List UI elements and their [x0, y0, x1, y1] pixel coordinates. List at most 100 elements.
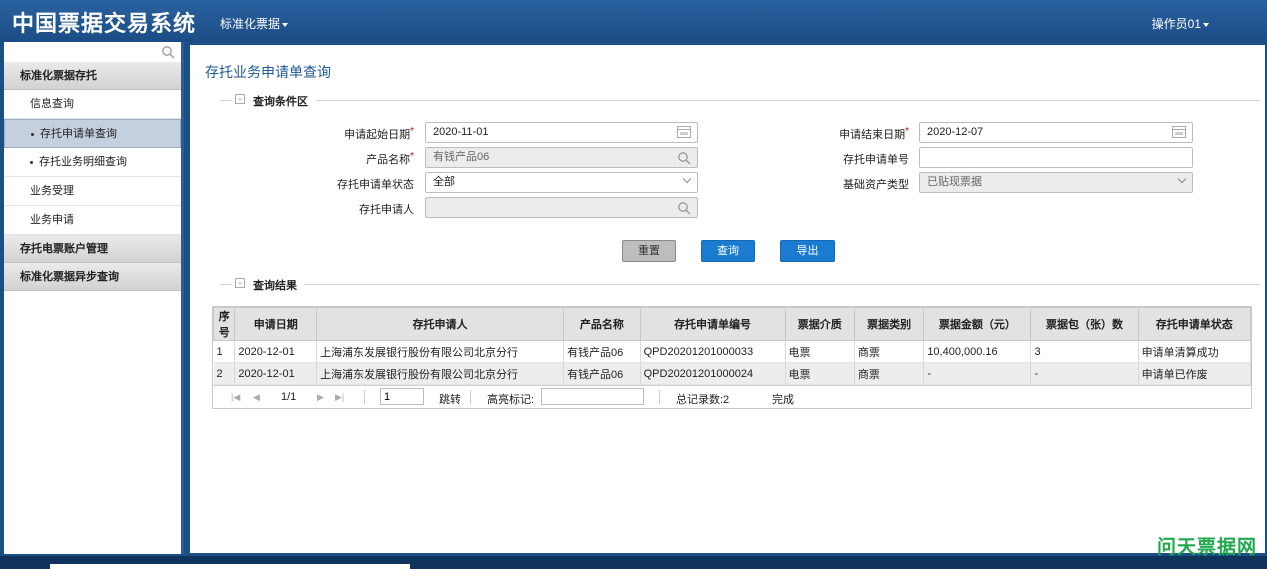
search-icon[interactable]: [161, 45, 175, 59]
highlight-input[interactable]: [541, 388, 644, 405]
search-icon[interactable]: [677, 151, 691, 165]
bullet-icon: [31, 132, 34, 136]
field-value: 有钱产品06: [433, 151, 490, 163]
required-mark: *: [410, 151, 414, 162]
applicant-label: 存托申请人: [359, 204, 414, 216]
divider: [220, 100, 232, 101]
jump-button[interactable]: 跳转: [439, 391, 461, 407]
table-row[interactable]: 1 2020-12-01 上海浦东发展银行股份有限公司北京分行 有钱产品06 Q…: [213, 340, 1252, 363]
request-status-select[interactable]: 全部: [425, 172, 698, 193]
divider: [659, 390, 660, 404]
horizontal-scrollbar[interactable]: [50, 564, 410, 569]
sidebar-item-application[interactable]: 业务申请: [4, 206, 181, 235]
sidebar-item-request-query[interactable]: 存托申请单查询: [4, 119, 181, 148]
result-table: 序号 申请日期 存托申请人 产品名称 存托申请单编号 票据介质 票据类别 票据金…: [212, 306, 1252, 409]
sidebar-group-custody[interactable]: 标准化票据存托: [4, 62, 181, 90]
cell-date: 2020-12-01: [234, 362, 318, 385]
section-label: 查询结果: [253, 280, 297, 292]
cell-category: 商票: [854, 362, 925, 385]
export-button[interactable]: 导出: [780, 240, 835, 262]
asset-type-select[interactable]: 已贴现票据: [919, 172, 1193, 193]
sidebar-item-detail-query[interactable]: 存托业务明细查询: [4, 148, 181, 177]
collapse-icon[interactable]: ⌄: [235, 278, 245, 288]
cell-product: 有钱产品06: [563, 362, 641, 385]
cell-index: 1: [213, 340, 236, 363]
reset-button[interactable]: 重置: [622, 240, 676, 262]
cell-count: -: [1030, 362, 1139, 385]
total-records: 总记录数:2: [676, 394, 730, 406]
user-menu[interactable]: 操作员01: [1152, 15, 1209, 32]
column-header-category[interactable]: 票据类别: [853, 307, 925, 341]
page-input[interactable]: [380, 388, 424, 405]
result-section-header[interactable]: ⌄ 查询结果: [220, 277, 1260, 292]
column-header-count[interactable]: 票据包（张）数: [1030, 307, 1139, 341]
column-header-amount[interactable]: 票据金额（元）: [923, 307, 1032, 341]
sidebar-item-label: 业务申请: [30, 214, 74, 226]
product-name-label: 产品名称*: [284, 151, 414, 167]
applicant-field[interactable]: [425, 197, 698, 218]
pagination-bar: |◀ ◀ 1/1 ▶ ▶| 跳转 高亮标记: 总记录数:2 完成: [213, 385, 1251, 408]
collapse-icon[interactable]: ⌄: [235, 94, 245, 104]
user-name: 操作员01: [1151, 17, 1201, 31]
required-mark: *: [905, 126, 909, 137]
calendar-icon[interactable]: [677, 126, 691, 138]
cell-status: 申请单清算成功: [1138, 340, 1252, 363]
column-header-status[interactable]: 存托申请单状态: [1137, 307, 1252, 341]
highlight-label: 高亮标记:: [487, 394, 535, 406]
column-header-request-no[interactable]: 存托申请单编号: [639, 307, 786, 341]
column-header-medium[interactable]: 票据介质: [784, 307, 855, 341]
cell-applicant: 上海浦东发展银行股份有限公司北京分行: [316, 362, 565, 385]
cell-amount: 10,400,000.16: [923, 340, 1032, 363]
column-header-product[interactable]: 产品名称: [563, 307, 641, 341]
cell-date: 2020-12-01: [234, 340, 318, 363]
cell-category: 商票: [854, 340, 925, 363]
divider: [364, 390, 365, 404]
product-name-field[interactable]: 有钱产品06: [425, 147, 698, 168]
page-indicator: 1/1: [281, 391, 297, 403]
sidebar-group-label: 存托电票账户管理: [20, 243, 108, 255]
chevron-down-icon: [682, 174, 692, 184]
label-text: 申请起始日期: [344, 129, 411, 141]
cell-medium: 电票: [785, 362, 855, 385]
prev-page-icon[interactable]: ◀: [253, 392, 260, 403]
first-page-icon[interactable]: |◀: [231, 392, 240, 403]
nav-menu-standard-bill[interactable]: 标准化票据: [220, 15, 289, 32]
request-no-field[interactable]: [919, 147, 1193, 168]
end-date-field[interactable]: 2020-12-07: [919, 122, 1193, 143]
end-date-label: 申请结束日期*: [779, 126, 909, 142]
sidebar-group-account[interactable]: 存托电票账户管理: [4, 235, 181, 263]
table-row[interactable]: 2 2020-12-01 上海浦东发展银行股份有限公司北京分行 有钱产品06 Q…: [213, 362, 1252, 385]
start-date-field[interactable]: 2020-11-01: [425, 122, 698, 143]
column-header-index[interactable]: 序号: [212, 307, 236, 341]
query-section-header[interactable]: ⌄ 查询条件区: [220, 93, 1260, 108]
divider: [316, 100, 1260, 101]
last-page-icon[interactable]: ▶|: [335, 392, 344, 403]
field-value: 2020-12-07: [927, 126, 984, 138]
sidebar-item-label: 存托申请单查询: [40, 128, 117, 140]
search-icon[interactable]: [677, 201, 691, 215]
sidebar-group-async-query[interactable]: 标准化票据异步查询: [4, 263, 181, 291]
divider: [304, 284, 1260, 285]
cell-applicant: 上海浦东发展银行股份有限公司北京分行: [316, 340, 565, 363]
sidebar-item-info-query[interactable]: 信息查询: [4, 90, 181, 119]
sidebar: 标准化票据存托 信息查询 存托申请单查询 存托业务明细查询 业务受理 业务申请 …: [4, 42, 184, 554]
required-mark: *: [410, 126, 414, 137]
next-page-icon[interactable]: ▶: [317, 392, 324, 403]
calendar-icon[interactable]: [1172, 126, 1186, 138]
column-header-date[interactable]: 申请日期: [234, 307, 318, 341]
sidebar-item-acceptance[interactable]: 业务受理: [4, 177, 181, 206]
status-text: 完成: [772, 394, 794, 406]
section-label: 查询条件区: [253, 96, 308, 108]
request-status-label: 存托申请单状态: [337, 179, 414, 191]
query-button[interactable]: 查询: [701, 240, 755, 262]
column-header-applicant[interactable]: 存托申请人: [316, 307, 565, 341]
cell-amount: -: [923, 362, 1032, 385]
sidebar-search-input[interactable]: [4, 42, 181, 62]
field-value: 全部: [433, 176, 455, 188]
sidebar-item-label: 存托业务明细查询: [39, 156, 127, 168]
sidebar-item-label: 业务受理: [30, 185, 74, 197]
label-text: 申请结束日期: [839, 129, 906, 141]
cell-medium: 电票: [785, 340, 855, 363]
divider: [470, 390, 471, 404]
table-header-row: 序号 申请日期 存托申请人 产品名称 存托申请单编号 票据介质 票据类别 票据金…: [212, 307, 1252, 341]
